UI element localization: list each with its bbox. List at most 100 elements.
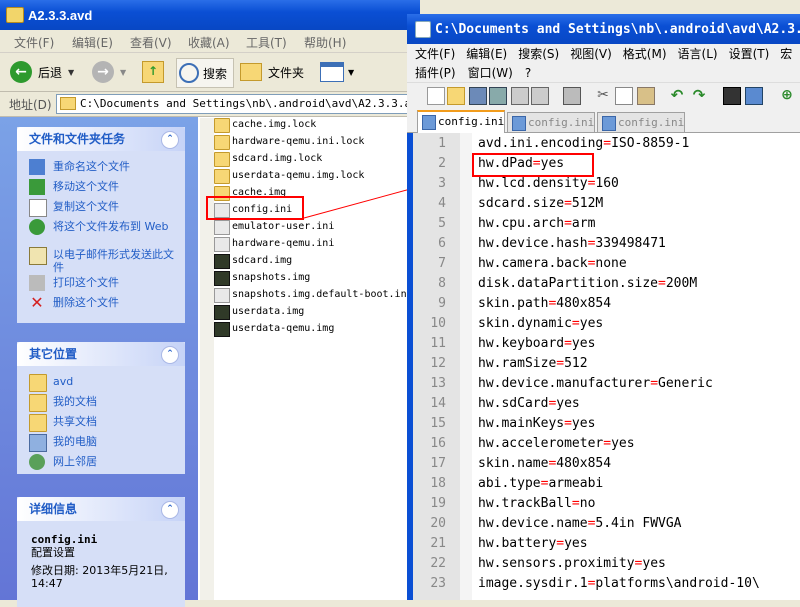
- paste-icon[interactable]: [637, 87, 655, 105]
- config-key: image.sysdir.1: [478, 576, 588, 591]
- code-line: hw.sdCard=yes: [478, 396, 580, 411]
- other-places-panel: 其它位置 ⌃ avd 我的文档 共享文档 我的电脑 网上邻居: [17, 342, 185, 474]
- np-menu-language[interactable]: 语言(L): [678, 47, 718, 61]
- equals-sign: =: [564, 336, 572, 351]
- menu-favorites[interactable]: 收藏(A): [188, 34, 230, 51]
- delete-icon: ✕: [30, 293, 44, 312]
- equals-sign: =: [571, 316, 580, 331]
- task-rename[interactable]: 重命名这个文件: [17, 157, 185, 177]
- place-my-documents[interactable]: 我的文档: [17, 392, 185, 412]
- line-number: 20: [430, 516, 446, 531]
- redo-icon[interactable]: ↷: [691, 87, 707, 103]
- search-button[interactable]: 搜索: [176, 58, 235, 88]
- code-line: hw.sensors.proximity=yes: [478, 556, 666, 571]
- config-key: hw.mainKeys: [478, 416, 565, 431]
- details-header[interactable]: 详细信息 ⌃: [17, 497, 185, 521]
- equals-sign: =: [603, 436, 612, 451]
- folders-icon: [240, 63, 262, 81]
- place-label: 我的文档: [53, 395, 97, 408]
- config-key: hw.keyboard: [478, 336, 565, 351]
- code-editor[interactable]: avd.ini.encoding=ISO-8859-1 hw.dPad=yes hw…: [472, 133, 800, 600]
- settings-file-icon: [214, 220, 230, 235]
- place-network[interactable]: 网上邻居: [17, 452, 185, 472]
- collapse-icon[interactable]: ⌃: [161, 131, 179, 149]
- address-input[interactable]: C:\Documents and Settings\nb\.android\av…: [56, 94, 408, 114]
- equals-sign: =: [564, 416, 572, 431]
- folders-button[interactable]: 文件夹: [240, 58, 304, 86]
- line-number: 14: [430, 396, 446, 411]
- equals-sign: =: [658, 276, 666, 291]
- line-number: 8: [438, 276, 446, 291]
- copy-icon: [29, 199, 47, 217]
- task-print[interactable]: 打印这个文件: [17, 273, 185, 293]
- close-all-icon[interactable]: [531, 87, 549, 105]
- place-avd[interactable]: avd: [17, 372, 185, 392]
- back-button[interactable]: ← 后退 ▼: [10, 58, 74, 86]
- menu-view[interactable]: 查看(V): [130, 34, 172, 51]
- menu-help[interactable]: 帮助(H): [304, 34, 346, 51]
- close-file-icon[interactable]: [511, 87, 529, 105]
- line-number: 10: [430, 316, 446, 331]
- menu-tools[interactable]: 工具(T): [246, 34, 287, 51]
- task-delete[interactable]: ✕ 删除这个文件: [17, 293, 185, 313]
- forward-button[interactable]: → ▼: [92, 58, 126, 86]
- np-menu-help[interactable]: ?: [525, 66, 531, 80]
- code-line: hw.keyboard=yes: [478, 336, 595, 351]
- zoom-in-icon[interactable]: ⊕: [779, 87, 795, 103]
- new-file-icon[interactable]: [427, 87, 445, 105]
- file-tasks-header[interactable]: 文件和文件夹任务 ⌃: [17, 127, 185, 151]
- copy-icon[interactable]: [615, 87, 633, 105]
- np-menu-search[interactable]: 搜索(S): [518, 47, 559, 61]
- task-label: 以电子邮件形式发送此文件: [53, 248, 174, 274]
- config-key: hw.trackBall: [478, 496, 572, 511]
- open-file-icon[interactable]: [447, 87, 465, 105]
- cut-icon[interactable]: ✂: [595, 87, 611, 103]
- task-copy[interactable]: 复制这个文件: [17, 197, 185, 217]
- menu-file[interactable]: 文件(F): [14, 34, 54, 51]
- find-icon[interactable]: [723, 87, 741, 105]
- tab-config-ini-3[interactable]: config.ini: [597, 112, 685, 132]
- back-arrow-icon: ←: [10, 61, 32, 83]
- equals-sign: =: [564, 196, 572, 211]
- hw-dpad-highlight-box: [472, 153, 594, 177]
- line-number: 19: [430, 496, 446, 511]
- explorer-menu-bar: 文件(F) 编辑(E) 查看(V) 收藏(A) 工具(T) 帮助(H): [0, 30, 410, 53]
- menu-edit[interactable]: 编辑(E): [72, 34, 113, 51]
- line-number-gutter: 1 2 3 4 5 6 7 8 9 10 11 12 13 14 15 16 17 18 19 20 21 22 23: [413, 133, 461, 600]
- save-icon[interactable]: [469, 87, 487, 105]
- save-all-icon[interactable]: [489, 87, 507, 105]
- place-shared-documents[interactable]: 共享文档: [17, 412, 185, 432]
- task-move[interactable]: 移动这个文件: [17, 177, 185, 197]
- np-menu-format[interactable]: 格式(M): [623, 47, 667, 61]
- np-menu-plugins[interactable]: 插件(P): [415, 66, 456, 80]
- collapse-icon[interactable]: ⌃: [161, 501, 179, 519]
- tab-config-ini-active[interactable]: config.ini: [417, 110, 505, 133]
- collapse-icon[interactable]: ⌃: [161, 346, 179, 364]
- code-line: avd.ini.encoding=ISO-8859-1: [478, 136, 689, 151]
- np-menu-window[interactable]: 窗口(W): [468, 66, 513, 80]
- replace-icon[interactable]: [745, 87, 763, 105]
- task-email[interactable]: 以电子邮件形式发送此文件: [17, 245, 185, 274]
- notepad-title-bar: C:\Documents and Settings\nb\.android\av…: [407, 14, 800, 44]
- views-button[interactable]: ▼: [320, 58, 354, 86]
- tab-config-ini-2[interactable]: config.ini: [507, 112, 595, 132]
- equals-sign: =: [564, 216, 572, 231]
- np-menu-macro[interactable]: 宏: [780, 47, 792, 61]
- vertical-scrollbar[interactable]: [200, 118, 214, 600]
- explorer-toolbar: ← 后退 ▼ → ▼ ↑ 搜索 文件夹 ▼: [0, 53, 410, 92]
- undo-icon[interactable]: ↶: [669, 87, 685, 103]
- fold-margin: [460, 133, 472, 600]
- np-menu-settings[interactable]: 设置(T): [729, 47, 770, 61]
- np-menu-file[interactable]: 文件(F): [415, 47, 455, 61]
- up-folder-button[interactable]: ↑: [142, 58, 164, 86]
- place-my-computer[interactable]: 我的电脑: [17, 432, 185, 452]
- address-value: C:\Documents and Settings\nb\.android\av…: [80, 97, 408, 110]
- folder-icon: [214, 152, 230, 167]
- np-menu-edit[interactable]: 编辑(E): [466, 47, 507, 61]
- np-menu-view[interactable]: 视图(V): [570, 47, 612, 61]
- other-places-header[interactable]: 其它位置 ⌃: [17, 342, 185, 366]
- address-label: 地址(D): [9, 98, 52, 112]
- file-icon: [422, 115, 436, 130]
- print-icon[interactable]: [563, 87, 581, 105]
- task-publish[interactable]: 将这个文件发布到 Web: [17, 217, 185, 245]
